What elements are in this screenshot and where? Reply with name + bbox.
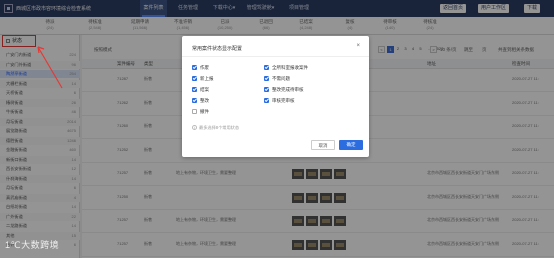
status-option-label: 新上报: [200, 76, 214, 81]
watermark: 1℃大数跨境: [5, 240, 60, 250]
status-option-checkbox[interactable]: 撤件: [192, 108, 209, 115]
checkbox-checked-icon: [264, 86, 269, 92]
divider: [182, 56, 369, 57]
checkbox-unchecked-icon: [192, 108, 197, 114]
status-option-checkbox[interactable]: 新上报: [192, 75, 214, 82]
info-icon: i: [192, 125, 197, 131]
dialog-hint: i 最多选择8个常用状态: [192, 125, 239, 131]
checkbox-checked-icon: [192, 86, 197, 92]
status-option-label: 不需问题: [272, 76, 290, 81]
dialog-title: 常用案件状态显示配置: [192, 46, 243, 52]
checkbox-checked-icon: [192, 75, 197, 81]
checkbox-checked-icon: [264, 64, 269, 70]
status-config-dialog: 常用案件状态显示配置 × 作废 全所科室报收案件新上报 不需问题结案 整改完成待审核整…: [182, 36, 369, 157]
status-option-checkbox[interactable]: 作废: [192, 64, 209, 71]
checkbox-checked-icon: [264, 97, 269, 103]
checkbox-checked-icon: [264, 75, 269, 81]
status-option-label: 撤件: [200, 109, 209, 114]
close-icon[interactable]: ×: [356, 43, 360, 49]
status-option-checkbox[interactable]: 不需问题: [264, 75, 290, 82]
status-option-checkbox[interactable]: 审核完审核: [264, 97, 295, 104]
status-option-label: 结案: [200, 87, 209, 92]
checkbox-checked-icon: [192, 64, 197, 70]
status-option-label: 整改完成待审核: [272, 87, 304, 92]
status-option-label: 作废: [200, 65, 209, 70]
checkbox-checked-icon: [192, 97, 197, 103]
confirm-button[interactable]: 确定: [339, 140, 363, 150]
status-option-label: 整改: [200, 98, 209, 103]
cancel-button[interactable]: 取消: [311, 140, 335, 150]
status-option-checkbox[interactable]: 全所科室报收案件: [264, 64, 308, 71]
status-option-checkbox[interactable]: 整改: [192, 97, 209, 104]
status-option-label: 审核完审核: [272, 98, 295, 103]
status-option-label: 全所科室报收案件: [272, 65, 308, 70]
status-option-checkbox[interactable]: 结案: [192, 86, 209, 93]
status-option-checkbox[interactable]: 整改完成待审核: [264, 86, 304, 93]
